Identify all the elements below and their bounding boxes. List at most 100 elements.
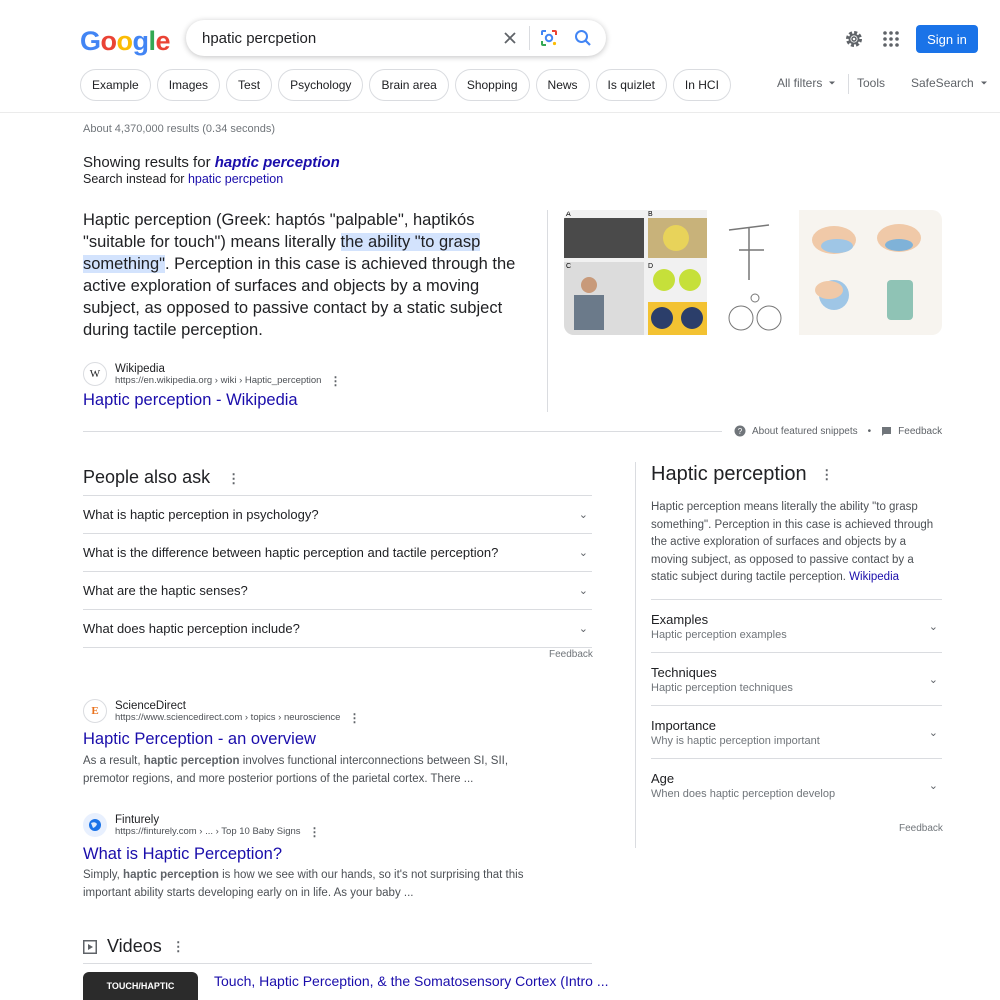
kp-title-text: Haptic perception [651, 463, 807, 485]
result-title[interactable]: What is Haptic Perception? [83, 845, 282, 864]
search-box[interactable]: hpatic percpetion [186, 20, 606, 56]
result-title[interactable]: Haptic Perception - an overview [83, 730, 316, 749]
svg-text:A: A [566, 211, 571, 218]
result-source[interactable]: E ScienceDirect https://www.sciencedirec… [83, 697, 360, 725]
logo-letter: e [155, 26, 171, 56]
videos-header: Videos ⋮ [83, 936, 185, 957]
paa-question-text: What is the difference between haptic pe… [83, 545, 499, 560]
showing-prefix: Showing results for [83, 154, 211, 171]
caret-down-icon [829, 81, 836, 85]
featured-result-title[interactable]: Haptic perception - Wikipedia [83, 391, 298, 410]
knowledge-panel-description: Haptic perception means literally the ab… [651, 499, 941, 587]
paa-question[interactable]: What does haptic perception include? ⌄ [83, 609, 592, 648]
divider [529, 26, 530, 50]
original-query-link[interactable]: hpatic percpetion [188, 172, 283, 186]
sign-in-button[interactable]: Sign in [916, 25, 978, 53]
kp-topic[interactable]: Age When does haptic perception develop ⌄ [651, 758, 942, 811]
chip[interactable]: News [535, 69, 590, 101]
corrected-query-link[interactable]: haptic perception [215, 154, 340, 171]
kp-topic[interactable]: Importance Why is haptic perception impor… [651, 705, 942, 758]
more-options-icon[interactable]: ⋮ [309, 825, 321, 839]
paa-feedback-link[interactable]: Feedback [549, 649, 593, 660]
paa-title-text: People also ask [83, 467, 211, 487]
logo-letter: o [100, 26, 118, 56]
google-logo[interactable]: Google [80, 26, 171, 57]
svg-text:?: ? [738, 427, 743, 436]
chip[interactable]: In HCI [672, 69, 731, 101]
image-thumbnail-experiment[interactable]: A B C D [564, 210, 707, 335]
lens-icon[interactable] [532, 21, 566, 55]
chevron-down-icon: ⌄ [928, 620, 938, 633]
chip[interactable]: Brain area [369, 69, 449, 101]
more-options-icon[interactable]: ⋮ [820, 467, 833, 482]
about-snippets-link[interactable]: About featured snippets [752, 426, 858, 437]
search-icon[interactable] [566, 21, 600, 55]
kp-topic-text: Age When does haptic perception develop [651, 771, 835, 800]
featured-source[interactable]: W Wikipedia https://en.wikipedia.org › w… [83, 360, 341, 388]
safesearch-label: SafeSearch [911, 76, 974, 90]
source-name: Finturely [115, 813, 160, 826]
result-stats: About 4,370,000 results (0.34 seconds) [83, 123, 276, 135]
spelling-correction: Showing results for haptic perception [83, 154, 340, 171]
result-source[interactable]: Finturely https://finturely.com › ... › … [83, 811, 321, 839]
divider [83, 431, 722, 432]
video-thumbnail[interactable]: TOUCH/HAPTIC [83, 972, 198, 1000]
kp-feedback-link[interactable]: Feedback [899, 823, 943, 834]
kp-topic[interactable]: Techniques Haptic perception techniques ⌄ [651, 652, 942, 705]
kp-topic-title: Techniques [651, 664, 717, 680]
source-url: https://www.sciencedirect.com › topics ›… [115, 711, 341, 723]
paa-question[interactable]: What is the difference between haptic pe… [83, 533, 592, 571]
apps-grid-icon[interactable] [879, 27, 903, 51]
search-input[interactable]: hpatic percpetion [202, 30, 493, 47]
image-thumbnail-hands[interactable] [799, 210, 942, 335]
snippet-text: Simply, [83, 869, 124, 881]
video-title[interactable]: Touch, Haptic Perception, & the Somatose… [214, 973, 609, 989]
clear-icon[interactable] [493, 21, 527, 55]
tools-button[interactable]: Tools [857, 76, 885, 90]
chip[interactable]: Psychology [278, 69, 364, 101]
chevron-down-icon: ⌄ [928, 673, 938, 686]
source-url: https://en.wikipedia.org › wiki › Haptic… [115, 374, 322, 386]
settings-gear-icon[interactable] [842, 27, 866, 51]
knowledge-panel-topics: Examples Haptic perception examples ⌄ Tec… [651, 599, 942, 811]
snippet-bold: haptic perception [123, 869, 219, 881]
image-thumbnail-diagram[interactable] [709, 210, 797, 335]
chip[interactable]: Shopping [454, 69, 530, 101]
divider [635, 462, 636, 848]
kp-source-link[interactable]: Wikipedia [849, 571, 899, 583]
chip[interactable]: Example [80, 69, 151, 101]
source-info: Finturely https://finturely.com › ... › … [115, 814, 301, 837]
chevron-down-icon: ⌄ [578, 585, 588, 597]
result-snippet: Simply, haptic perception is how we see … [83, 866, 528, 902]
divider [848, 74, 849, 94]
chip[interactable]: Images [156, 69, 221, 101]
featured-images[interactable]: A B C D [564, 210, 942, 335]
chevron-down-icon: ⌄ [928, 779, 938, 792]
paa-question[interactable]: What is haptic perception in psychology?… [83, 495, 592, 533]
source-info: ScienceDirect https://www.sciencedirect.… [115, 700, 340, 723]
more-options-icon[interactable]: ⋮ [227, 471, 240, 486]
kp-topic[interactable]: Examples Haptic perception examples ⌄ [651, 599, 942, 652]
paa-question[interactable]: What are the haptic senses? ⌄ [83, 571, 592, 609]
feedback-link[interactable]: Feedback [898, 426, 942, 437]
kp-topic-subtitle: When does haptic perception develop [651, 787, 836, 800]
about-snippets-bar: ? About featured snippets • Feedback [734, 425, 942, 437]
all-filters-button[interactable]: All filters [777, 76, 837, 90]
videos-title: Videos [107, 936, 162, 956]
globe-icon [83, 813, 107, 837]
chip[interactable]: Is quizlet [595, 69, 667, 101]
chip[interactable]: Test [226, 69, 273, 101]
video-thumbnail-text: TOUCH/HAPTIC [106, 981, 175, 991]
svg-text:B: B [648, 211, 653, 218]
kp-topic-subtitle: Haptic perception techniques [651, 681, 793, 694]
more-options-icon[interactable]: ⋮ [348, 711, 360, 725]
safesearch-button[interactable]: SafeSearch [911, 76, 989, 90]
kp-topic-text: Techniques Haptic perception techniques [651, 665, 793, 694]
divider [547, 210, 548, 412]
more-options-icon[interactable]: ⋮ [329, 374, 341, 388]
chevron-down-icon: ⌄ [578, 509, 588, 521]
header-divider [0, 112, 1000, 113]
divider [83, 963, 592, 964]
more-options-icon[interactable]: ⋮ [172, 939, 185, 955]
logo-letter: g [132, 26, 150, 56]
